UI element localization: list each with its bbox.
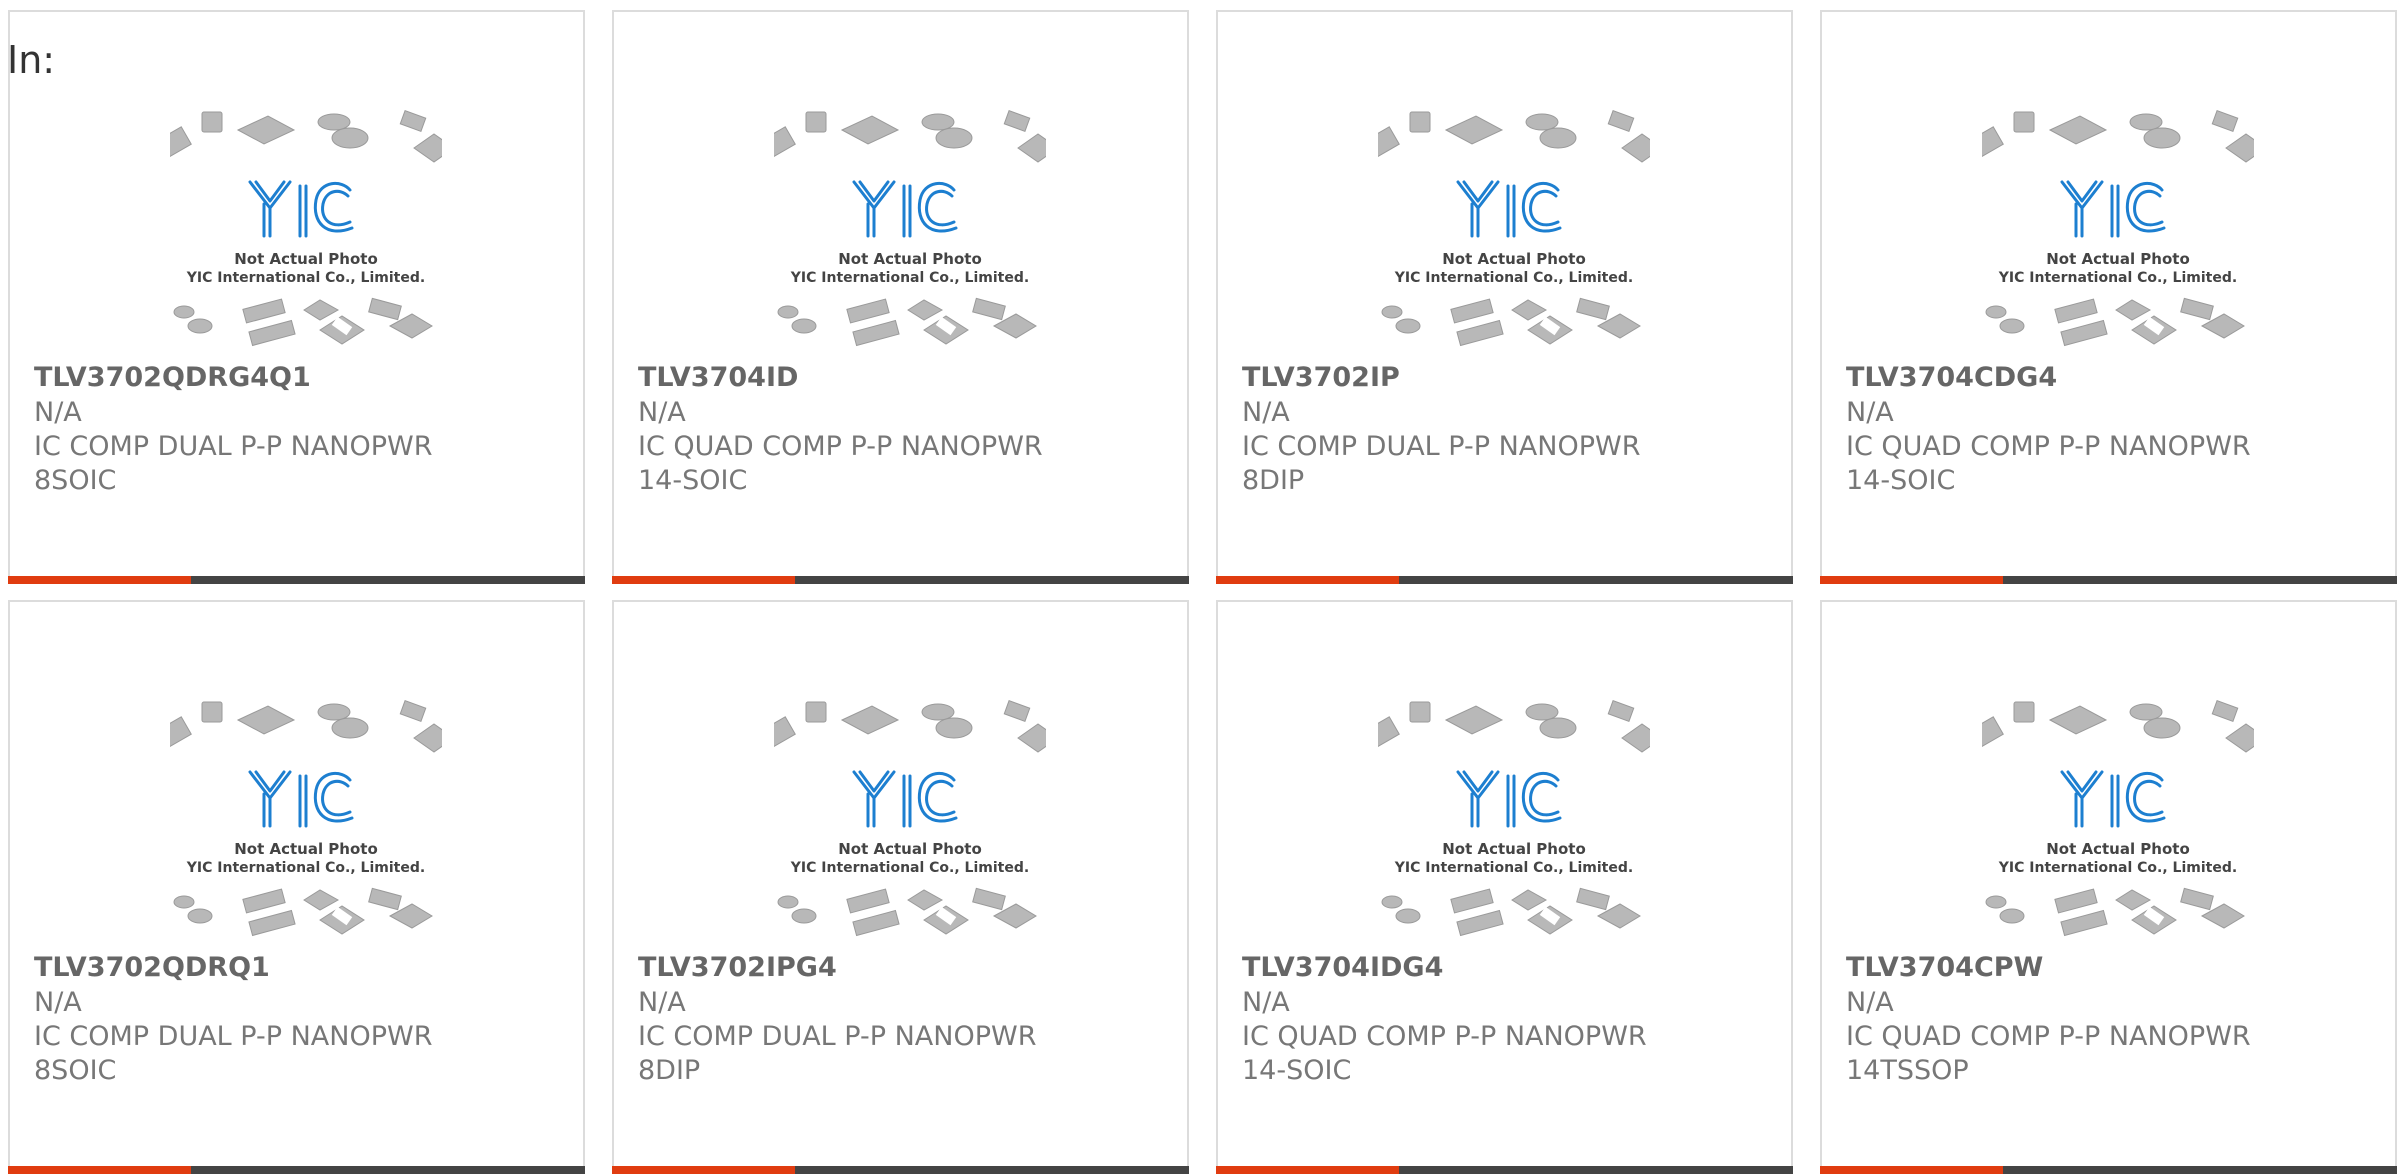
not-actual-photo-image: Not Actual Photo YIC International Co., … xyxy=(774,110,1046,347)
not-actual-photo-image: Not Actual Photo YIC International Co., … xyxy=(774,700,1046,937)
in-label: In: xyxy=(7,38,56,82)
product-card-tlv3702qdrq1[interactable]: Not Actual Photo YIC International Co., … xyxy=(8,600,585,1174)
description-line1: IC QUAD COMP P-P NANOPWR xyxy=(1846,431,2251,462)
manufacturer: N/A xyxy=(638,397,686,428)
description-line1: IC QUAD COMP P-P NANOPWR xyxy=(638,431,1043,462)
description-line2: 8SOIC xyxy=(34,1055,117,1086)
description-line1: IC QUAD COMP P-P NANOPWR xyxy=(1242,1021,1647,1052)
placeholder-line1: Not Actual Photo xyxy=(838,840,982,858)
description-line1: IC COMP DUAL P-P NANOPWR xyxy=(34,431,433,462)
manufacturer: N/A xyxy=(638,987,686,1018)
part-number[interactable]: TLV3702IP xyxy=(1242,362,1400,393)
product-card-tlv3704id[interactable]: Not Actual Photo YIC International Co., … xyxy=(612,10,1189,584)
card-bottom-bar xyxy=(1820,1166,2397,1174)
product-card-tlv3702qdrg4q1[interactable]: Not Actual Photo YIC International Co., … xyxy=(8,10,585,584)
product-card-tlv3704cdg4[interactable]: Not Actual Photo YIC International Co., … xyxy=(1820,10,2397,584)
card-accent-bar xyxy=(612,1166,795,1174)
manufacturer: N/A xyxy=(1846,397,1894,428)
card-accent-bar xyxy=(1820,576,2003,584)
description-line2: 8SOIC xyxy=(34,465,117,496)
placeholder-line1: Not Actual Photo xyxy=(2046,250,2190,268)
placeholder-line2: YIC International Co., Limited. xyxy=(790,860,1029,876)
card-bottom-bar xyxy=(1820,576,2397,584)
placeholder-line2: YIC International Co., Limited. xyxy=(1394,270,1633,286)
product-card-tlv3704idg4[interactable]: Not Actual Photo YIC International Co., … xyxy=(1216,600,1793,1174)
placeholder-line2: YIC International Co., Limited. xyxy=(1394,860,1633,876)
not-actual-photo-image: Not Actual Photo YIC International Co., … xyxy=(170,700,442,937)
description-line2: 14-SOIC xyxy=(638,465,748,496)
placeholder-line2: YIC International Co., Limited. xyxy=(790,270,1029,286)
card-bottom-bar xyxy=(612,1166,1189,1174)
card-accent-bar xyxy=(1216,1166,1399,1174)
placeholder-line2: YIC International Co., Limited. xyxy=(186,270,425,286)
placeholder-line1: Not Actual Photo xyxy=(234,250,378,268)
card-bottom-bar xyxy=(8,1166,585,1174)
part-number[interactable]: TLV3704IDG4 xyxy=(1242,952,1443,983)
card-bottom-bar xyxy=(1216,576,1793,584)
card-bottom-bar xyxy=(8,576,585,584)
placeholder-line1: Not Actual Photo xyxy=(1442,840,1586,858)
manufacturer: N/A xyxy=(34,397,82,428)
placeholder-line1: Not Actual Photo xyxy=(1442,250,1586,268)
card-accent-bar xyxy=(1820,1166,2003,1174)
placeholder-line2: YIC International Co., Limited. xyxy=(186,860,425,876)
card-accent-bar xyxy=(8,1166,191,1174)
description-line1: IC COMP DUAL P-P NANOPWR xyxy=(34,1021,433,1052)
description-line2: 14-SOIC xyxy=(1242,1055,1352,1086)
description-line2: 14TSSOP xyxy=(1846,1055,1969,1086)
description-line1: IC COMP DUAL P-P NANOPWR xyxy=(1242,431,1641,462)
manufacturer: N/A xyxy=(1242,397,1290,428)
placeholder-line1: Not Actual Photo xyxy=(838,250,982,268)
manufacturer: N/A xyxy=(1846,987,1894,1018)
description-line1: IC COMP DUAL P-P NANOPWR xyxy=(638,1021,1037,1052)
product-card-tlv3702ip[interactable]: Not Actual Photo YIC International Co., … xyxy=(1216,10,1793,584)
not-actual-photo-image: Not Actual Photo YIC International Co., … xyxy=(1982,700,2254,937)
part-number[interactable]: TLV3704ID xyxy=(638,362,798,393)
description-line2: 14-SOIC xyxy=(1846,465,1956,496)
part-number[interactable]: TLV3704CPW xyxy=(1846,952,2043,983)
placeholder-line2: YIC International Co., Limited. xyxy=(1998,860,2237,876)
description-line2: 8DIP xyxy=(638,1055,701,1086)
card-bottom-bar xyxy=(612,576,1189,584)
part-number[interactable]: TLV3704CDG4 xyxy=(1846,362,2057,393)
card-accent-bar xyxy=(1216,576,1399,584)
placeholder-line1: Not Actual Photo xyxy=(2046,840,2190,858)
part-number[interactable]: TLV3702QDRG4Q1 xyxy=(34,362,311,393)
manufacturer: N/A xyxy=(1242,987,1290,1018)
not-actual-photo-image: Not Actual Photo YIC International Co., … xyxy=(170,110,442,347)
not-actual-photo-image: Not Actual Photo YIC International Co., … xyxy=(1378,700,1650,937)
placeholder-line2: YIC International Co., Limited. xyxy=(1998,270,2237,286)
not-actual-photo-image: Not Actual Photo YIC International Co., … xyxy=(1378,110,1650,347)
card-accent-bar xyxy=(612,576,795,584)
manufacturer: N/A xyxy=(34,987,82,1018)
placeholder-line1: Not Actual Photo xyxy=(234,840,378,858)
product-card-tlv3704cpw[interactable]: Not Actual Photo YIC International Co., … xyxy=(1820,600,2397,1174)
not-actual-photo-image: Not Actual Photo YIC International Co., … xyxy=(1982,110,2254,347)
card-accent-bar xyxy=(8,576,191,584)
description-line1: IC QUAD COMP P-P NANOPWR xyxy=(1846,1021,2251,1052)
product-grid: Not Actual Photo YIC International Co., … xyxy=(0,0,2400,1174)
card-bottom-bar xyxy=(1216,1166,1793,1174)
description-line2: 8DIP xyxy=(1242,465,1305,496)
product-card-tlv3702ipg4[interactable]: Not Actual Photo YIC International Co., … xyxy=(612,600,1189,1174)
part-number[interactable]: TLV3702QDRQ1 xyxy=(34,952,270,983)
part-number[interactable]: TLV3702IPG4 xyxy=(638,952,837,983)
